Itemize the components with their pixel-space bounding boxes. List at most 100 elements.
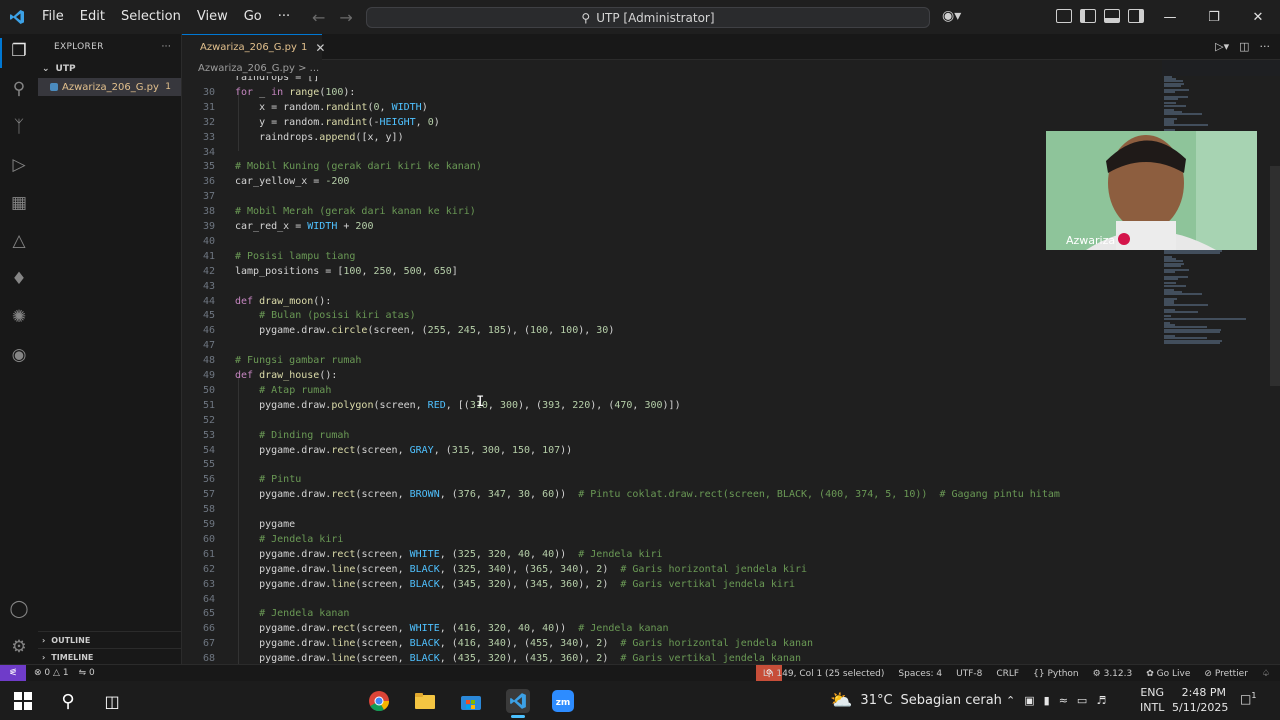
webcam-name-label: Azwariza xyxy=(1066,234,1116,247)
close-window-icon[interactable]: ✕ xyxy=(1236,0,1280,34)
menu-view[interactable]: View xyxy=(189,0,236,34)
testing-icon[interactable]: △ xyxy=(8,230,30,252)
explorer-icon[interactable]: ❐ xyxy=(8,40,30,62)
folder-utp[interactable]: ⌄ UTP xyxy=(38,60,181,78)
problems-status[interactable]: ⊗ 0 △ 1 xyxy=(34,668,69,678)
source-control-icon[interactable]: ᛉ xyxy=(8,116,30,138)
notifications-bell-icon[interactable]: ♤ xyxy=(1262,669,1270,679)
cursor-position[interactable]: Ln 149, Col 1 (25 selected) xyxy=(763,669,885,679)
prettier-status[interactable]: ⊘ Prettier xyxy=(1204,669,1248,679)
code-editor[interactable]: raindrops = [] 30 for _ in range(100): 31 x… xyxy=(182,76,1162,664)
line-number: 52 xyxy=(202,414,215,426)
active-app-indicator xyxy=(511,715,525,718)
line-number: 56 xyxy=(202,474,215,486)
code-text: def draw_house(): xyxy=(235,370,338,381)
file-item[interactable]: Azwariza_206_G.py 1 xyxy=(38,78,181,96)
customize-layout-icon[interactable] xyxy=(1056,9,1072,23)
menu-selection[interactable]: Selection xyxy=(113,0,189,34)
restore-icon[interactable]: ❐ xyxy=(1192,0,1236,34)
input-language[interactable]: ENG INTL xyxy=(1140,685,1164,715)
outline-section[interactable]: › OUTLINE xyxy=(38,631,182,648)
battery-icon[interactable]: ▭ xyxy=(1077,694,1087,707)
menu-file[interactable]: File xyxy=(34,0,72,34)
line-ending[interactable]: CRLF xyxy=(996,669,1019,679)
menu-go[interactable]: Go xyxy=(236,0,270,34)
code-text: pygame.draw.line(screen, BLACK, (345, 32… xyxy=(235,578,795,590)
minimap-line xyxy=(1164,341,1221,344)
menu-edit[interactable]: Edit xyxy=(72,0,113,34)
encoding[interactable]: UTF-8 xyxy=(956,669,982,679)
taskbar-search-icon[interactable]: ⚲ xyxy=(57,690,79,712)
line-number: 39 xyxy=(202,221,215,232)
command-center[interactable]: ⚲ UTP [Administrator] xyxy=(366,7,930,28)
volume-icon[interactable]: ♬ xyxy=(1096,694,1106,707)
command-center-label: UTP [Administrator] xyxy=(596,10,715,25)
search-icon[interactable]: ⚲ xyxy=(8,78,30,100)
minimize-icon[interactable]: — xyxy=(1148,0,1192,34)
timeline-section[interactable]: › TIMELINE xyxy=(38,648,182,665)
go-live-button[interactable]: ✿ Go Live xyxy=(1146,669,1190,679)
meet-now-icon[interactable]: ▣ xyxy=(1024,694,1034,707)
chrome-icon[interactable] xyxy=(368,690,390,712)
code-text: pygame.draw.rect(screen, WHITE, (416, 32… xyxy=(235,623,669,635)
more-actions-icon[interactable]: ··· xyxy=(162,42,171,52)
weather-widget[interactable]: ⛅ 31°C Sebagian cerah xyxy=(830,681,1002,720)
python-version-label: 3.12.3 xyxy=(1103,668,1133,679)
microsoft-store-icon[interactable] xyxy=(460,690,482,712)
menu-more[interactable]: ··· xyxy=(270,0,298,34)
settings-gear-icon[interactable]: ⚙ xyxy=(8,636,30,658)
file-problem-count: 1 xyxy=(165,82,171,92)
clock-date: 5/11/2025 xyxy=(1172,701,1229,714)
chevron-down-icon: ⌄ xyxy=(42,64,50,74)
line-number: 47 xyxy=(202,340,215,352)
toggle-secondary-sidebar-icon[interactable] xyxy=(1128,9,1144,23)
vscode-taskbar-icon[interactable] xyxy=(506,689,530,713)
indentation[interactable]: Spaces: 4 xyxy=(898,669,942,679)
run-debug-icon[interactable]: ▷ xyxy=(8,154,30,176)
file-explorer-icon[interactable] xyxy=(414,690,436,712)
microphone-icon[interactable]: ▮ xyxy=(1044,694,1050,707)
forward-arrow-icon[interactable]: → xyxy=(339,8,352,27)
close-tab-icon[interactable]: ✕ xyxy=(315,41,325,55)
notification-center-icon[interactable]: □1 xyxy=(1240,691,1260,709)
copilot-chat-icon[interactable]: ✺ xyxy=(8,306,30,328)
split-editor-icon[interactable]: ◫ xyxy=(1239,40,1249,53)
code-text: pygame xyxy=(235,519,296,530)
language-mode[interactable]: {} Python xyxy=(1033,669,1079,679)
menu-bar: File Edit Selection View Go ··· xyxy=(34,0,298,34)
extensions-icon[interactable]: ▦ xyxy=(8,192,30,214)
task-view-icon[interactable]: ◫ xyxy=(101,690,123,712)
line-number: 61 xyxy=(202,548,215,560)
language-secondary: INTL xyxy=(1140,701,1165,714)
more-actions-icon[interactable]: ··· xyxy=(1260,40,1271,53)
run-python-icon[interactable]: ▷▾ xyxy=(1215,40,1229,53)
ports-icon: ⇋ xyxy=(78,668,87,678)
python-icon[interactable]: ♦ xyxy=(8,268,30,290)
copilot-icon[interactable]: ◉▾ xyxy=(942,8,961,24)
toggle-sidebar-icon[interactable] xyxy=(1080,9,1096,23)
file-label: Azwariza_206_G.py xyxy=(62,81,159,93)
warning-icon: △ xyxy=(53,668,60,678)
remote-explorer-icon[interactable]: ◉ xyxy=(8,344,30,366)
line-number: 67 xyxy=(202,638,215,650)
toggle-panel-icon[interactable] xyxy=(1104,9,1120,23)
remote-indicator-icon[interactable]: ⪛ xyxy=(0,664,26,682)
account-icon[interactable]: ◯ xyxy=(8,598,30,620)
system-clock[interactable]: 2:48 PM 5/11/2025 xyxy=(1172,685,1229,715)
zoom-icon[interactable]: zm xyxy=(552,690,574,712)
line-number: 58 xyxy=(202,504,215,516)
scrollbar-thumb[interactable] xyxy=(1270,166,1280,386)
breadcrumb[interactable]: Azwariza_206_G.py > ... xyxy=(182,60,1162,76)
minimap-line xyxy=(1164,98,1178,100)
back-arrow-icon[interactable]: ← xyxy=(312,8,325,27)
line-number: 45 xyxy=(202,310,215,322)
wifi-icon[interactable]: ≈ xyxy=(1059,694,1068,707)
windows-start-icon[interactable] xyxy=(12,690,34,712)
python-file-icon xyxy=(50,83,58,91)
python-version[interactable]: ⚙ 3.12.3 xyxy=(1093,669,1133,679)
chevron-up-icon[interactable]: ⌃ xyxy=(1006,694,1015,707)
minimap-line xyxy=(1164,330,1220,333)
ports-status[interactable]: ⇋ 0 xyxy=(79,668,95,678)
code-text: # Mobil Kuning (gerak dari kiri ke kanan… xyxy=(235,161,482,173)
tab-azwariza[interactable]: Azwariza_206_G.py 1 ✕ xyxy=(182,34,325,60)
